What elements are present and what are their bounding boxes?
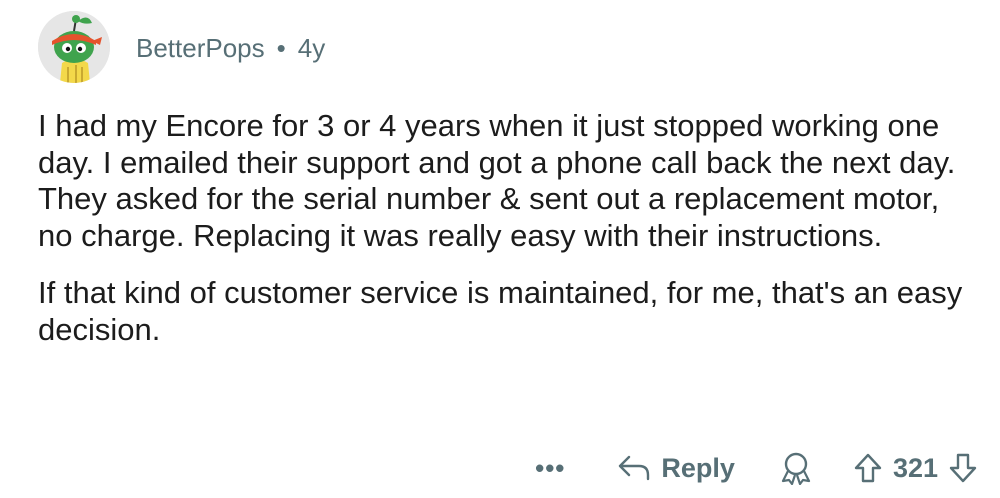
award-button[interactable] [779, 451, 813, 485]
comment-paragraph: If that kind of customer service is main… [38, 275, 963, 347]
vote-score: 321 [892, 452, 938, 483]
vote-controls: 321 [853, 452, 978, 484]
downvote-arrow-icon[interactable] [948, 452, 978, 484]
comment-actions: ••• Reply 321 [468, 446, 978, 490]
username-link[interactable]: BetterPops [136, 33, 265, 64]
more-options-button[interactable]: ••• [535, 453, 565, 484]
reply-arrow-icon [617, 454, 651, 482]
comment-age: 4y [297, 32, 326, 63]
separator-dot: • [276, 32, 286, 63]
comment-header: BetterPops • 4y [136, 30, 325, 66]
reply-label: Reply [661, 452, 735, 483]
upvote-arrow-icon[interactable] [853, 452, 883, 484]
award-icon [779, 451, 813, 485]
reply-button[interactable]: Reply [617, 453, 735, 484]
snoo-avatar-icon [38, 11, 110, 83]
comment-body: I had my Encore for 3 or 4 years when it… [38, 108, 978, 348]
comment-paragraph: I had my Encore for 3 or 4 years when it… [38, 108, 956, 253]
user-avatar[interactable] [38, 11, 110, 83]
